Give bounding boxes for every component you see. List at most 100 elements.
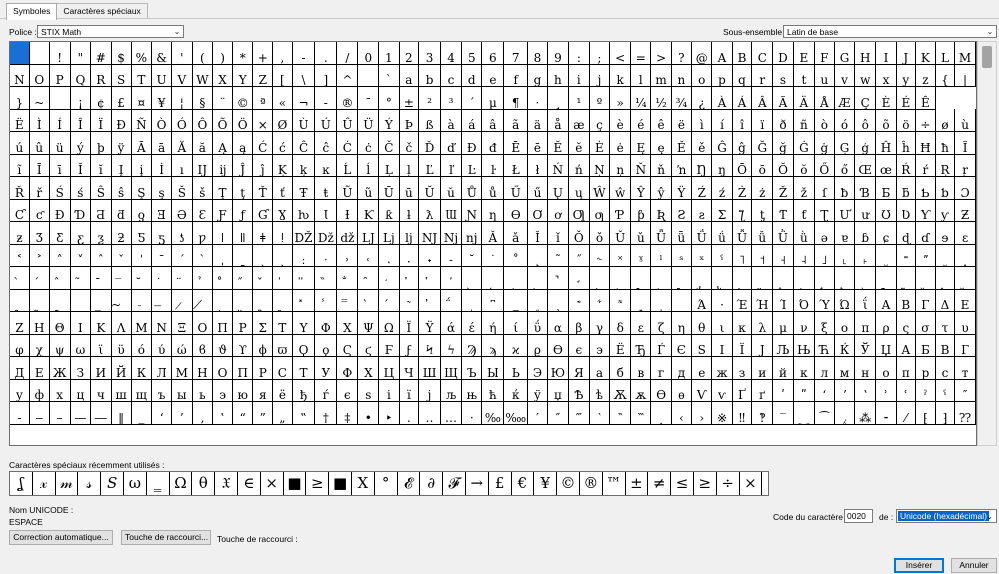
symbol-cell[interactable]: Ɠ — [252, 199, 274, 222]
symbol-cell[interactable]: а — [589, 356, 611, 380]
symbol-cell[interactable]: ı — [171, 154, 193, 177]
symbol-cell[interactable]: х — [49, 379, 71, 402]
symbol-cell[interactable]: 8 — [527, 42, 548, 65]
recent-symbol[interactable]: ∂ — [420, 472, 444, 495]
symbol-cell[interactable]: Ċ — [336, 131, 359, 155]
symbol-cell[interactable]: ̲ — [70, 289, 92, 312]
symbol-cell[interactable]: ü — [49, 131, 71, 155]
symbol-cell[interactable]: ĩ — [10, 154, 30, 177]
symbol-cell[interactable]: ˏ — [272, 244, 293, 267]
symbol-cell[interactable]: τ — [935, 311, 956, 335]
symbol-cell[interactable]: љ — [440, 379, 463, 402]
symbol-cell[interactable]: ̤ — [751, 266, 774, 290]
symbol-cell[interactable]: Ƃ — [875, 176, 897, 200]
symbol-cell[interactable]: Τ — [272, 311, 293, 335]
symbol-cell[interactable]: ̵ — [131, 289, 153, 312]
symbol-cell[interactable]: ú — [10, 131, 30, 155]
symbol-cell[interactable]: є — [336, 379, 359, 402]
recent-symbol[interactable]: ± — [626, 472, 649, 495]
symbol-cell[interactable]: a — [399, 64, 420, 87]
symbol-cell[interactable]: ́ — [29, 266, 50, 290]
symbol-cell[interactable]: ^ — [336, 64, 359, 87]
symbol-cell[interactable]: Г — [954, 334, 976, 357]
symbol-cell[interactable]: ŀ — [481, 154, 505, 177]
symbol-cell[interactable]: ‶ — [609, 401, 632, 425]
symbol-cell[interactable]: ˭ — [896, 244, 916, 267]
symbol-cell[interactable]: Έ — [732, 289, 753, 312]
symbol-cell[interactable]: Ɣ — [272, 199, 293, 222]
symbol-cell[interactable]: ̀ — [357, 289, 380, 312]
recent-symbol[interactable]: 𝓕 — [443, 472, 466, 495]
symbol-cell[interactable]: Ɨ — [336, 199, 359, 222]
symbol-cell[interactable]: Ŵ — [589, 176, 611, 200]
symbol-cell[interactable]: Щ — [440, 356, 463, 380]
symbol-cell[interactable]: ° — [378, 86, 400, 110]
symbol-cell[interactable]: Ѕ — [691, 334, 713, 357]
symbol-cell[interactable]: ˨ — [793, 244, 815, 267]
symbol-cell[interactable]: Œ — [854, 154, 877, 177]
symbol-cell[interactable]: ь — [192, 379, 214, 402]
symbol-cell[interactable]: ƿ — [192, 221, 214, 245]
recent-symbol[interactable]: £ — [489, 472, 512, 495]
symbol-cell[interactable]: Ώ — [834, 289, 856, 312]
symbol-cell[interactable]: Ц — [378, 356, 400, 380]
recent-symbol[interactable]: ■ — [284, 472, 307, 495]
symbol-cell[interactable]: ά — [440, 311, 463, 335]
symbol-cell[interactable]: A — [711, 42, 733, 65]
symbol-cell[interactable]: џ — [547, 379, 570, 402]
recent-symbol[interactable]: ™ — [603, 472, 626, 495]
symbol-cell[interactable]: Ô — [192, 109, 214, 132]
symbol-cell[interactable]: ‘ — [151, 401, 173, 425]
symbol-cell[interactable]: Ê — [915, 86, 936, 110]
symbol-cell[interactable]: ƌ — [111, 199, 132, 222]
symbol-cell[interactable]: Į — [111, 154, 132, 177]
symbol-cell[interactable]: Ý — [378, 109, 400, 132]
symbol-cell[interactable]: ǆ — [336, 221, 359, 245]
symbol-cell[interactable]: Ð — [111, 109, 132, 132]
symbol-cell[interactable]: Ī — [29, 154, 50, 177]
symbol-cell[interactable]: ư — [854, 199, 877, 222]
symbol-cell[interactable]: u — [814, 64, 835, 87]
symbol-cell[interactable]: Ϋ — [418, 311, 441, 335]
symbol-cell[interactable]: Ɵ — [503, 199, 529, 222]
symbol-cell[interactable]: ± — [399, 86, 420, 110]
symbol-cell[interactable]: ѳ — [671, 379, 693, 402]
symbol-cell[interactable]: ļ — [399, 154, 420, 177]
symbol-cell[interactable]: Я — [568, 356, 590, 380]
symbol-cell[interactable]: ˒ — [336, 244, 359, 267]
symbol-cell[interactable]: ì — [691, 109, 713, 132]
symbol-cell[interactable]: ǒ — [589, 221, 611, 245]
symbol-cell[interactable]: ̖ — [461, 266, 483, 290]
symbol-cell[interactable]: ” — [252, 401, 274, 425]
symbol-cell[interactable]: × — [252, 109, 274, 132]
symbol-cell[interactable]: ġ — [814, 131, 835, 155]
symbol-cell[interactable]: Ĭ — [70, 154, 92, 177]
symbol-cell[interactable]: Ė — [589, 131, 611, 155]
symbol-cell[interactable]: ŵ — [609, 176, 632, 200]
symbol-cell[interactable]: e — [481, 64, 505, 87]
symbol-cell[interactable]: ̿ — [336, 289, 359, 312]
symbol-cell[interactable]: ˑ — [314, 244, 338, 267]
symbol-cell[interactable]: Y — [232, 64, 254, 87]
symbol-cell[interactable]: # — [90, 42, 112, 65]
symbol-cell[interactable]: ̌ — [252, 266, 274, 290]
symbol-cell[interactable]: Ť — [252, 176, 274, 200]
symbol-cell[interactable]: ê — [650, 109, 672, 132]
symbol-cell[interactable]: _ — [357, 64, 380, 87]
symbol-cell[interactable]: ‛ — [212, 401, 233, 425]
symbol-cell[interactable]: ̽ — [292, 289, 316, 312]
symbol-cell[interactable]: ̇ — [151, 266, 173, 290]
symbol-cell[interactable]: И — [90, 356, 112, 380]
symbol-cell[interactable]: ѕ — [357, 379, 380, 402]
symbol-cell[interactable]: ˌ — [212, 244, 233, 267]
symbol-cell[interactable]: f — [503, 64, 529, 87]
symbol-cell[interactable]: Ǜ — [772, 221, 794, 245]
symbol-cell[interactable]: Θ — [49, 311, 71, 335]
symbol-cell[interactable]: щ — [131, 379, 153, 402]
symbol-cell[interactable]: ō — [751, 154, 774, 177]
symbol-cell[interactable]: ŏ — [793, 154, 815, 177]
symbol-cell[interactable]: ¯ — [357, 86, 380, 110]
symbol-cell[interactable]: Õ — [212, 109, 233, 132]
symbol-cell[interactable]: έ — [461, 311, 483, 335]
symbol-cell[interactable]: ι — [711, 311, 733, 335]
